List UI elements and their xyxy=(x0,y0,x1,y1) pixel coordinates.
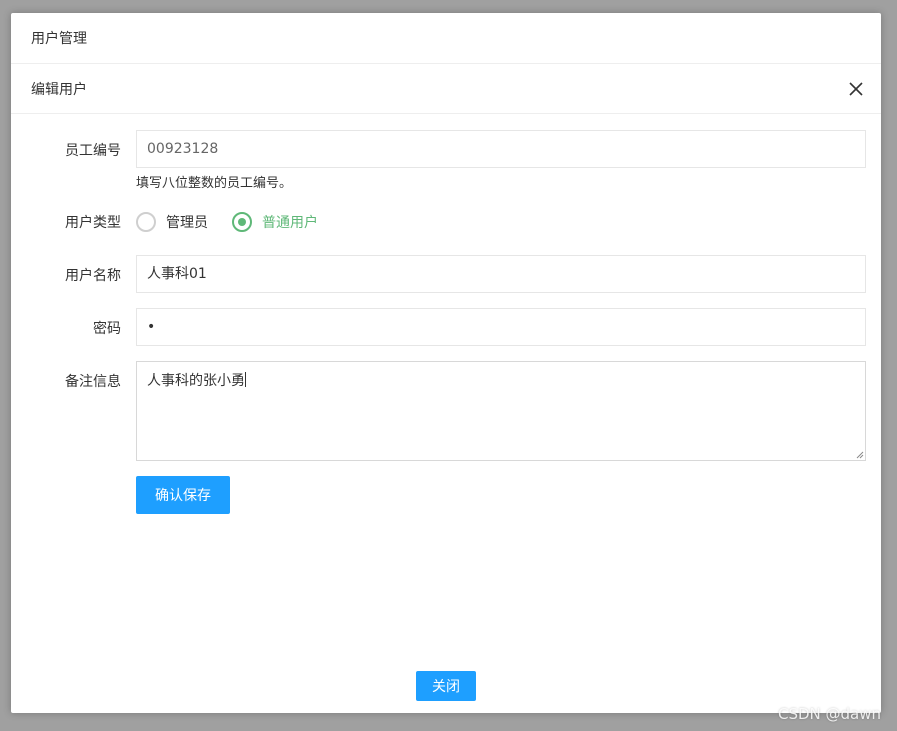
remark-field: 人事科的张小勇 xyxy=(136,361,866,461)
edit-user-header: 编辑用户 xyxy=(11,64,881,114)
password-input[interactable]: • xyxy=(136,308,866,346)
employee-no-hint: 填写八位整数的员工编号。 xyxy=(136,176,293,191)
close-icon[interactable] xyxy=(847,80,865,98)
radio-admin-label: 管理员 xyxy=(166,215,208,231)
close-button[interactable]: 关闭 xyxy=(416,671,476,701)
username-label: 用户名称 xyxy=(65,268,121,284)
edit-user-title: 编辑用户 xyxy=(31,81,87,98)
resize-grip-icon[interactable] xyxy=(856,451,864,459)
remark-textarea[interactable]: 人事科的张小勇 xyxy=(136,361,866,461)
password-label: 密码 xyxy=(93,321,121,337)
user-type-field: 管理员 普通用户 xyxy=(136,210,866,234)
user-management-title: 用户管理 xyxy=(31,31,87,47)
remark-label: 备注信息 xyxy=(65,374,121,390)
user-management-header: 用户管理 xyxy=(11,13,881,64)
radio-normal-user-label: 普通用户 xyxy=(262,215,318,231)
radio-normal-user-circle[interactable] xyxy=(232,212,252,232)
text-cursor xyxy=(245,372,246,387)
watermark: CSDN @dawn xyxy=(777,705,881,723)
save-field: 确认保存 xyxy=(136,476,866,514)
radio-admin-circle[interactable] xyxy=(136,212,156,232)
radio-normal-user[interactable]: 普通用户 xyxy=(232,212,318,232)
edit-user-dialog: 编辑用户 员工编号 00923128 填写八位整数的员工编号。 用户类型 管理员… xyxy=(11,64,881,653)
remark-text: 人事科的张小勇 xyxy=(147,373,245,389)
employee-no-input[interactable]: 00923128 xyxy=(136,130,866,168)
user-management-dialog: 用户管理 编辑用户 员工编号 00923128 填写八位整数的员工编号。 用户类… xyxy=(11,13,881,713)
employee-no-label: 员工编号 xyxy=(65,143,121,159)
save-button[interactable]: 确认保存 xyxy=(136,476,230,514)
username-input[interactable]: 人事科01 xyxy=(136,255,866,293)
user-type-radio-group: 管理员 普通用户 xyxy=(136,210,866,234)
employee-no-field-wrap: 00923128 填写八位整数的员工编号。 xyxy=(136,130,866,191)
username-field: 人事科01 xyxy=(136,255,866,293)
radio-admin[interactable]: 管理员 xyxy=(136,212,208,232)
user-type-label: 用户类型 xyxy=(65,215,121,231)
password-field: • xyxy=(136,308,866,346)
